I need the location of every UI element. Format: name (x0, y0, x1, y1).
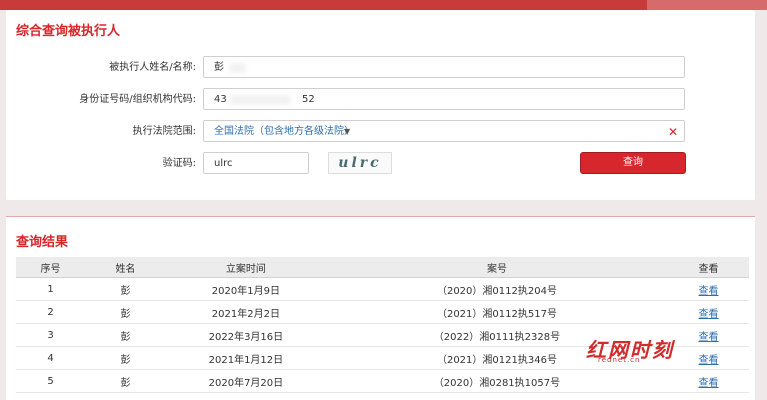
watermark-subtext: rednet.cn (598, 356, 641, 364)
row-index: 4 (16, 346, 86, 370)
header-background (0, 0, 767, 10)
query-button[interactable]: 查询 (580, 152, 686, 174)
row-date: 2020年7月20日 (165, 369, 326, 393)
row-date: 2021年1月12日 (165, 346, 326, 370)
row-index: 5 (16, 369, 86, 393)
row-index: 2 (16, 300, 86, 324)
view-link[interactable]: 查看 (668, 346, 749, 370)
row-case: （2020）湘0281执1057号 (325, 369, 669, 393)
name-input-value: 彭 (214, 62, 224, 73)
col-header-case: 案号 (325, 257, 669, 278)
captcha-input-value: ulrc (214, 158, 233, 169)
row-name: 彭 (85, 300, 166, 324)
query-form-panel: 综合查询被执行人 被执行人姓名/名称: 彭 身份证号码/组织机构代码: 43 5… (6, 10, 755, 200)
form-title: 综合查询被执行人 (16, 24, 121, 39)
id-label: 身份证号码/组织机构代码: (79, 94, 196, 105)
row-case: （2021）湘0112执517号 (325, 300, 669, 324)
col-header-name: 姓名 (85, 257, 166, 278)
view-link[interactable]: 查看 (668, 323, 749, 347)
row-date: 2021年2月2日 (165, 300, 326, 324)
view-link[interactable]: 查看 (668, 369, 749, 393)
court-select-value: 全国法院（包含地方各级法院） (214, 126, 354, 137)
row-date: 2022年3月16日 (165, 323, 326, 347)
col-header-index: 序号 (16, 257, 86, 278)
view-link[interactable]: 查看 (668, 300, 749, 324)
court-label: 执行法院范围: (132, 126, 196, 137)
id-row: 身份证号码/组织机构代码: 43 52 (6, 88, 755, 112)
name-label: 被执行人姓名/名称: (109, 62, 196, 73)
results-title: 查询结果 (16, 235, 69, 250)
id-input-value-end: 52 (302, 94, 315, 105)
query-button-label: 查询 (623, 157, 643, 168)
captcha-row: 验证码: ulrc ulrc 查询 (6, 152, 755, 176)
table-header-row: 序号 姓名 立案时间 案号 查看 (16, 257, 749, 278)
row-name: 彭 (85, 323, 166, 347)
caret-down-icon: ▼ (344, 127, 351, 136)
clear-icon[interactable]: ✕ (668, 121, 678, 143)
table-row: 2 彭 2021年2月2日 （2021）湘0112执517号 查看 (16, 300, 749, 324)
captcha-image[interactable]: ulrc (328, 152, 392, 174)
name-input[interactable]: 彭 (203, 56, 685, 78)
court-row: 执行法院范围: 全国法院（包含地方各级法院） ▼ ✕ (6, 120, 755, 144)
col-header-date: 立案时间 (165, 257, 326, 278)
row-name: 彭 (85, 346, 166, 370)
view-link[interactable]: 查看 (668, 277, 749, 301)
row-index: 3 (16, 323, 86, 347)
results-panel: 查询结果 序号 姓名 立案时间 案号 查看 1 彭 2020年1月9日 （202… (6, 217, 755, 400)
captcha-image-text: ulrc (338, 155, 382, 171)
table-row: 5 彭 2020年7月20日 （2020）湘0281执1057号 查看 (16, 369, 749, 393)
captcha-input[interactable]: ulrc (203, 152, 309, 174)
id-input[interactable]: 43 52 (203, 88, 685, 110)
captcha-label: 验证码: (162, 158, 196, 169)
results-table: 序号 姓名 立案时间 案号 查看 1 彭 2020年1月9日 （2020）湘01… (16, 257, 749, 393)
row-date: 2020年1月9日 (165, 277, 326, 301)
col-header-view: 查看 (668, 257, 749, 278)
court-select[interactable]: 全国法院（包含地方各级法院） ▼ ✕ (203, 120, 685, 142)
row-name: 彭 (85, 369, 166, 393)
blurred-text (230, 95, 290, 105)
row-name: 彭 (85, 277, 166, 301)
id-input-value-start: 43 (214, 94, 227, 105)
table-row: 1 彭 2020年1月9日 （2020）湘0112执204号 查看 (16, 277, 749, 301)
name-row: 被执行人姓名/名称: 彭 (6, 56, 755, 80)
blurred-text (230, 63, 246, 73)
row-case: （2020）湘0112执204号 (325, 277, 669, 301)
row-index: 1 (16, 277, 86, 301)
